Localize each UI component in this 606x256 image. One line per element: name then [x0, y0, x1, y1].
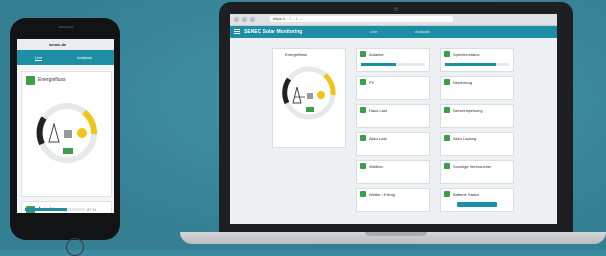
panel-battery-load: Akku Last: [356, 132, 430, 156]
phone-energy-card: Energiefluss: [21, 71, 112, 197]
panel-autarky: Autarkie: [356, 48, 430, 72]
storage-bar: [445, 63, 509, 66]
phone-tab-analysis[interactable]: Analysis: [77, 55, 92, 60]
phone-autarky-bar: [25, 208, 85, 211]
battery-icon: [360, 135, 366, 141]
battery-charge-icon: [444, 135, 450, 141]
phone-autarky-card: Autarkie: [21, 201, 112, 213]
energy-flow-panel: Energiefluss: [272, 48, 346, 148]
phone-status-bar: senec.de: [17, 39, 114, 50]
address-bar[interactable]: https://... / ... / ...: [270, 16, 453, 22]
forward-icon[interactable]: [242, 17, 247, 22]
phone-speaker: [58, 26, 74, 28]
panel-title: Netzbezug: [453, 80, 473, 85]
panel-title: Sonstige Verbraucher: [453, 164, 492, 169]
phone-tab-live[interactable]: Live: [35, 55, 43, 61]
panel-title: PV: [369, 80, 375, 85]
laptop-screen: https://... / ... / ... SENEC Solar Moni…: [230, 14, 557, 224]
panel-title: Energiefluss: [285, 52, 308, 57]
panel-title: Wetter / Ertrag: [369, 192, 395, 197]
phone-screen: senec.de Live Analysis Energiefluss Auta…: [17, 39, 114, 213]
sun-icon: [360, 79, 366, 85]
panel-storage: Speicherstatus: [440, 48, 514, 72]
panel-other: Sonstige Verbraucher: [440, 160, 514, 184]
device-icon: [444, 163, 450, 169]
laptop-notch: [365, 232, 427, 236]
battery-status-icon: [444, 191, 450, 197]
battery-action-button[interactable]: [457, 202, 497, 207]
panel-wallbox: Wallbox: [356, 160, 430, 184]
panel-title: Akku Last: [369, 136, 387, 141]
panel-battery-charge: Akku Ladung: [440, 132, 514, 156]
tab-analysis[interactable]: Analysis: [415, 29, 430, 34]
energy-gauge: [282, 66, 336, 120]
panel-title: Batterie Status: [453, 192, 480, 197]
phone-url[interactable]: senec.de: [49, 42, 66, 47]
app-header: SENEC Solar Monitoring Live Analysis: [230, 26, 557, 38]
panel-title: Haus Last: [369, 108, 388, 113]
battery-icon: [444, 51, 450, 57]
panel-title: Wallbox: [369, 164, 384, 169]
panel-title: Speicherstatus: [453, 52, 480, 57]
house-icon: [360, 107, 366, 113]
feed-in-icon: [444, 107, 450, 113]
panel-title: Netzeinspeisung: [453, 108, 483, 113]
autarky-bar: [361, 63, 425, 66]
panel-title: Akku Ladung: [453, 136, 477, 141]
cloud-icon: [360, 191, 366, 197]
browser-toolbar: https://... / ... / ...: [230, 14, 557, 26]
panel-title: Autarkie: [369, 52, 384, 57]
panel-house: Haus Last: [356, 104, 430, 128]
panel-pv: PV: [356, 76, 430, 100]
menu-icon[interactable]: [234, 29, 240, 35]
panel-battery-status: Batterie Status: [440, 188, 514, 212]
home-button[interactable]: [66, 238, 84, 256]
laptop-camera: [394, 7, 398, 11]
reload-icon[interactable]: [250, 17, 255, 22]
solar-icon: [360, 51, 366, 57]
phone-header: Live Analysis: [17, 50, 114, 65]
back-icon[interactable]: [234, 17, 239, 22]
energy-icon: [26, 76, 35, 85]
phone-autarky-value: 87 %: [87, 207, 97, 212]
grid-icon: [444, 79, 450, 85]
phone-card-title: Energiefluss: [38, 77, 66, 83]
panel-feed-in: Netzeinspeisung: [440, 104, 514, 128]
plug-icon: [360, 163, 366, 169]
app-title: SENEC Solar Monitoring: [244, 29, 303, 35]
panel-grid: Netzbezug: [440, 76, 514, 100]
tab-live[interactable]: Live: [370, 29, 377, 34]
phone-energy-gauge: [36, 103, 97, 163]
panel-weather: Wetter / Ertrag: [356, 188, 430, 212]
